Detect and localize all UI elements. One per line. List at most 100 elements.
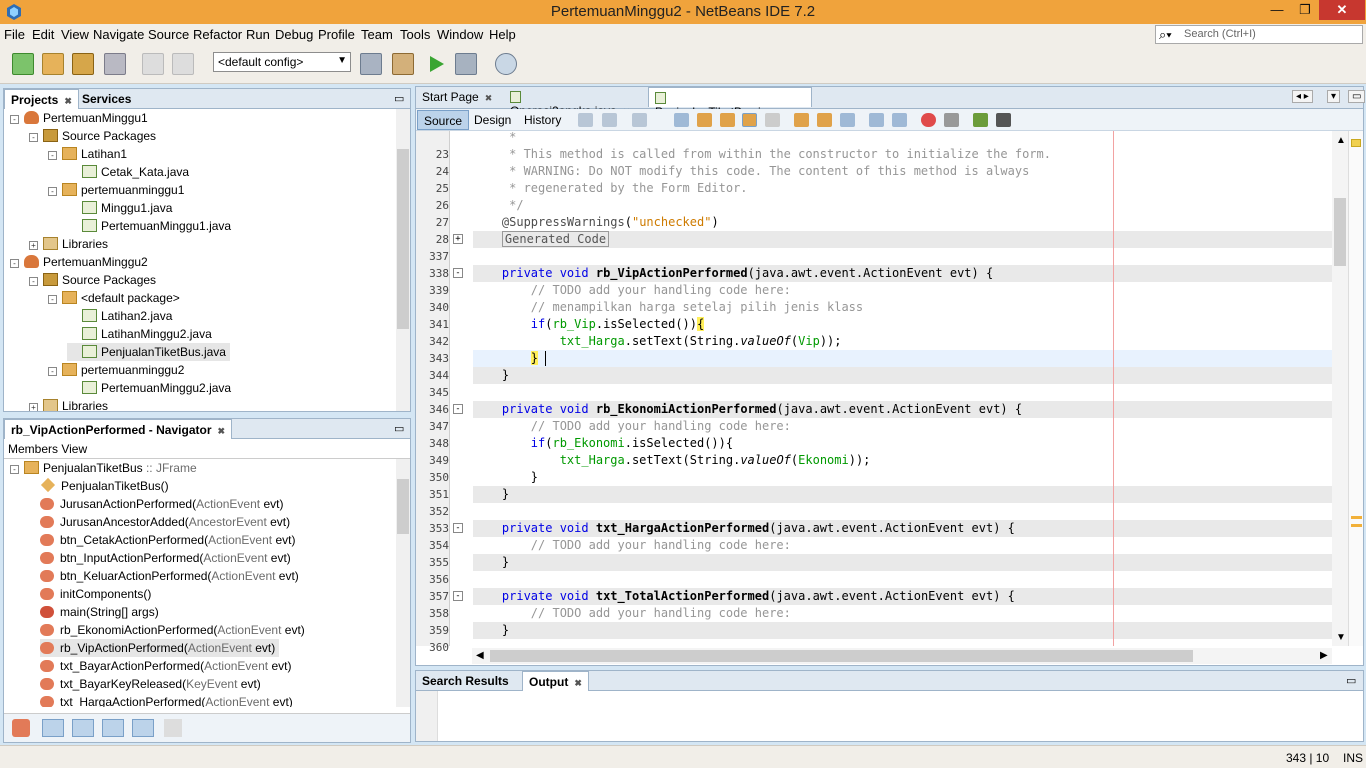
find-next-icon[interactable] xyxy=(720,113,735,127)
member-item[interactable]: initComponents() xyxy=(40,585,151,603)
member-item[interactable]: btn_CetakActionPerformed(ActionEvent evt… xyxy=(40,531,295,549)
code-line[interactable]: @SuppressWarnings("unchecked") xyxy=(473,214,719,231)
filter-inherited-icon[interactable] xyxy=(102,719,124,737)
tree-item[interactable]: - Source Packages xyxy=(29,127,156,145)
member-item[interactable]: JurusanAncestorAdded(AncestorEvent evt) xyxy=(40,513,290,531)
search-input[interactable]: ⌕▾ Search (Ctrl+I) xyxy=(1155,25,1363,44)
code-line[interactable]: * xyxy=(473,129,516,146)
close-icon[interactable]: ✖ xyxy=(64,96,72,106)
config-select[interactable]: <default config> ▼ xyxy=(213,52,351,72)
scroll-down-icon[interactable]: ▼ xyxy=(1336,632,1346,643)
horizontal-scroll-thumb[interactable] xyxy=(490,650,1193,662)
menu-run[interactable]: Run xyxy=(246,27,270,42)
member-item[interactable]: txt_BayarKeyReleased(KeyEvent evt) xyxy=(40,675,261,693)
tree-item[interactable]: PenjualanTiketBus.java xyxy=(67,343,230,361)
close-icon[interactable]: ✖ xyxy=(217,426,225,436)
close-button[interactable]: ✕ xyxy=(1319,0,1365,20)
code-line[interactable]: // TODO add your handling code here: xyxy=(473,418,791,435)
toggle-highlight-icon[interactable] xyxy=(742,113,757,127)
debug-icon[interactable] xyxy=(455,53,477,75)
new-file-icon[interactable] xyxy=(12,53,34,75)
sort-name-icon[interactable] xyxy=(164,719,182,737)
menu-tools[interactable]: Tools xyxy=(400,27,430,42)
tree-item[interactable]: - Latihan1 xyxy=(48,145,127,163)
error-stripe[interactable] xyxy=(1348,131,1363,646)
view-design[interactable]: Design xyxy=(468,110,517,130)
tree-item[interactable]: LatihanMinggu2.java xyxy=(67,325,212,343)
code-line[interactable]: // TODO add your handling code here: xyxy=(473,537,791,554)
menu-file[interactable]: File xyxy=(4,27,25,42)
collapse-fold-icon[interactable]: - xyxy=(453,591,463,601)
code-line[interactable]: } xyxy=(473,554,509,571)
code-line[interactable]: * WARNING: Do NOT modify this code. The … xyxy=(473,163,1029,180)
code-line[interactable]: // TODO add your handling code here: xyxy=(473,282,791,299)
member-item[interactable]: txt_HargaActionPerformed(ActionEvent evt… xyxy=(40,693,293,707)
filter-nonpublic-icon[interactable] xyxy=(42,719,64,737)
code-line[interactable]: // TODO add your handling code here: xyxy=(473,605,791,622)
menu-help[interactable]: Help xyxy=(489,27,516,42)
tab-list-icon[interactable]: ▾ xyxy=(1327,90,1341,103)
tab-services[interactable]: Services xyxy=(76,89,137,109)
expand-icon[interactable]: + xyxy=(29,241,38,250)
toggle-rect-select-icon[interactable] xyxy=(765,113,780,127)
minimize-panel-icon[interactable]: ▭ xyxy=(394,92,404,105)
menu-profile[interactable]: Profile xyxy=(318,27,355,42)
code-line[interactable]: private void txt_TotalActionPerformed(ja… xyxy=(473,588,1015,605)
code-line[interactable]: } xyxy=(473,622,509,639)
collapse-icon[interactable]: - xyxy=(29,277,38,286)
tree-item[interactable]: - pertemuanminggu1 xyxy=(48,181,184,199)
collapse-icon[interactable]: - xyxy=(48,295,57,304)
menu-view[interactable]: View xyxy=(61,27,89,42)
member-item[interactable]: rb_VipActionPerformed(ActionEvent evt) xyxy=(40,639,280,657)
profile-icon[interactable] xyxy=(495,53,517,75)
collapse-fold-icon[interactable]: - xyxy=(453,523,463,533)
tree-item[interactable]: Cetak_Kata.java xyxy=(67,163,189,181)
toggle-bookmark-icon[interactable] xyxy=(840,113,855,127)
menu-debug[interactable]: Debug xyxy=(275,27,313,42)
code-line[interactable]: } xyxy=(473,469,538,486)
scroll-tabs-icon[interactable]: ◂ ▸ xyxy=(1292,90,1313,103)
tree-item[interactable]: - <default package> xyxy=(48,289,180,307)
tree-item[interactable]: PertemuanMinggu2.java xyxy=(67,379,231,397)
member-item[interactable]: PenjualanTiketBus() xyxy=(40,477,169,495)
menu-window[interactable]: Window xyxy=(437,27,483,42)
last-edit-icon[interactable] xyxy=(578,113,593,127)
code-line[interactable]: * This method is called from within the … xyxy=(473,146,1051,163)
open-project-icon[interactable] xyxy=(72,53,94,75)
close-icon[interactable]: ✖ xyxy=(574,678,582,688)
code-line[interactable]: private void rb_EkonomiActionPerformed(j… xyxy=(473,401,1022,418)
view-source[interactable]: Source xyxy=(417,110,470,130)
code-line[interactable]: } xyxy=(473,350,539,367)
scroll-up-icon[interactable]: ▲ xyxy=(1336,135,1346,146)
tree-item[interactable]: - pertemuanminggu2 xyxy=(48,361,184,379)
member-item[interactable]: btn_InputActionPerformed(ActionEvent evt… xyxy=(40,549,291,567)
shift-left-icon[interactable] xyxy=(869,113,884,127)
navigator-root[interactable]: - PenjualanTiketBus :: JFrame xyxy=(10,459,197,477)
code-line[interactable]: } xyxy=(473,486,509,503)
shift-right-icon[interactable] xyxy=(892,113,907,127)
tree-item[interactable]: - PertemuanMinggu1 xyxy=(10,109,148,127)
next-bookmark-icon[interactable] xyxy=(817,113,832,127)
redo-icon[interactable] xyxy=(172,53,194,75)
collapse-fold-icon[interactable]: - xyxy=(453,404,463,414)
mark-occurrence-icon[interactable] xyxy=(1351,524,1362,527)
expand-fold-icon[interactable]: + xyxy=(453,234,463,244)
start-macro-icon[interactable] xyxy=(921,113,936,127)
find-previous-icon[interactable] xyxy=(697,113,712,127)
menu-refactor[interactable]: Refactor xyxy=(193,27,242,42)
code-line[interactable]: txt_Harga.setText(String.valueOf(Ekonomi… xyxy=(473,452,871,469)
sort-icon[interactable] xyxy=(132,719,154,737)
save-all-icon[interactable] xyxy=(104,53,126,75)
find-icon[interactable] xyxy=(674,113,689,127)
navigator-scrollbar[interactable] xyxy=(396,459,410,707)
collapse-icon[interactable]: - xyxy=(48,367,57,376)
member-item[interactable]: txt_BayarActionPerformed(ActionEvent evt… xyxy=(40,657,291,675)
build-hammer-icon[interactable] xyxy=(360,53,382,75)
close-icon[interactable]: ✖ xyxy=(485,93,493,103)
tree-item[interactable]: - PertemuanMinggu2 xyxy=(10,253,148,271)
code-line[interactable]: if(rb_Ekonomi.isSelected()){ xyxy=(473,435,733,452)
tab-operasi2angka[interactable]: Operasi2angka.java✖ xyxy=(504,87,648,118)
collapse-icon[interactable]: - xyxy=(48,187,57,196)
member-item[interactable]: JurusanActionPerformed(ActionEvent evt) xyxy=(40,495,283,513)
back-icon[interactable] xyxy=(602,113,617,127)
